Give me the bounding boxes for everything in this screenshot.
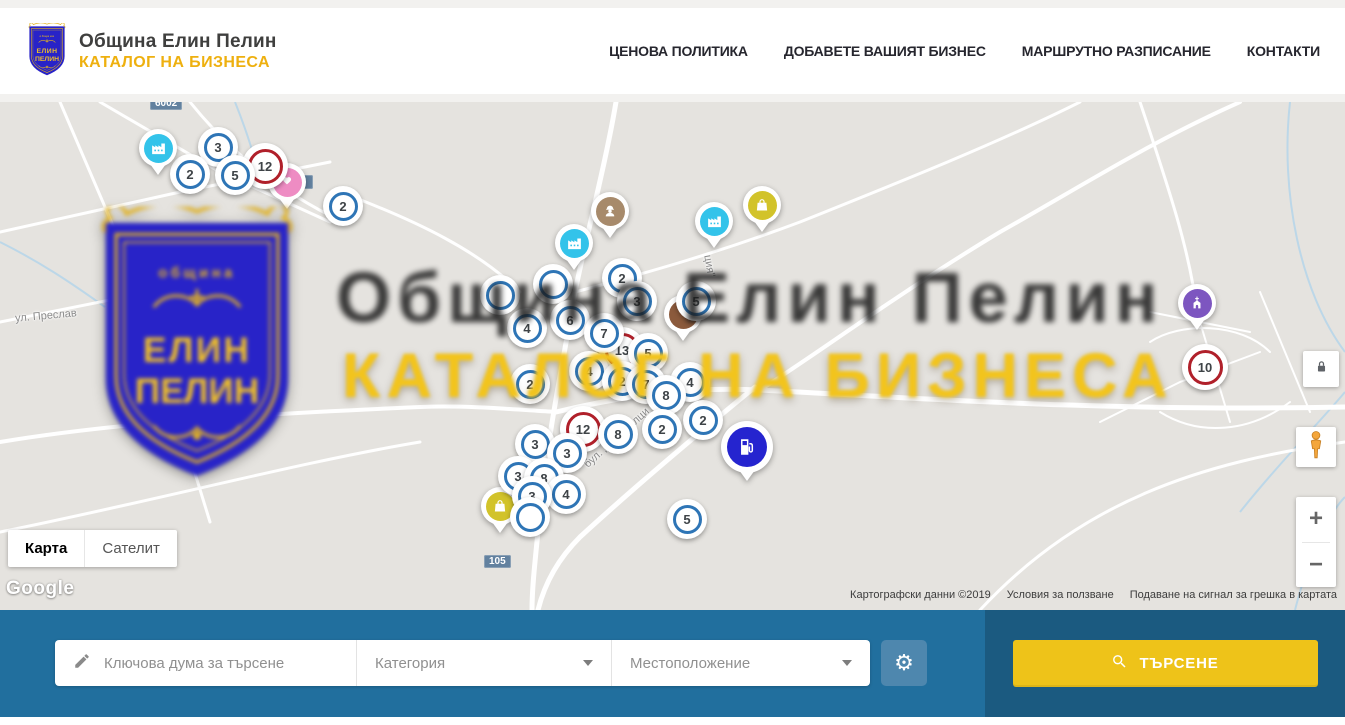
search-icon: [1111, 653, 1128, 674]
main-nav: ЦЕНОВА ПОЛИТИКА ДОБАВЕТЕ ВАШИЯТ БИЗНЕС М…: [609, 43, 1320, 59]
factory-icon: [144, 134, 173, 163]
zoom-out-button[interactable]: −: [1296, 543, 1336, 588]
svg-text:община: община: [40, 34, 55, 38]
google-map[interactable]: ул. Преславбул. „Новоселциция" 6002105 1…: [0, 102, 1345, 610]
site-logo[interactable]: община ЕЛИНПЕЛИН Община Елин Пелин КАТАЛО…: [25, 23, 277, 79]
chevron-down-icon: [583, 660, 593, 666]
map-type-control: Карта Сателит: [8, 530, 177, 567]
pencil-icon: [73, 652, 91, 675]
site-title: Община Елин Пелин: [79, 30, 277, 54]
church-icon: [1183, 289, 1212, 318]
search-button[interactable]: ТЪРСЕНЕ: [1013, 640, 1318, 687]
shopping-bag-icon: [748, 191, 777, 220]
category-select-label: Категория: [375, 655, 445, 672]
pegman-button[interactable]: [1296, 427, 1336, 467]
worker-icon: [596, 197, 625, 226]
search-strip: Категория Местоположение ⚙ ТЪРСЕНЕ: [0, 610, 1345, 717]
svg-text:ЕЛИН: ЕЛИН: [37, 48, 58, 55]
advanced-settings-button[interactable]: ⚙: [881, 640, 927, 686]
lock-icon: [1313, 358, 1330, 380]
zoom-control: + −: [1296, 497, 1336, 587]
factory-icon: [560, 229, 589, 258]
search-form: Категория Местоположение: [55, 640, 870, 686]
nav-item-contacts[interactable]: КОНТАКТИ: [1247, 43, 1320, 59]
nav-item-pricing[interactable]: ЦЕНОВА ПОЛИТИКА: [609, 43, 748, 59]
gear-icon: ⚙: [894, 650, 914, 676]
factory-icon: [700, 207, 729, 236]
map-pins-front-layer: [0, 102, 1345, 610]
map-pin-worker[interactable]: [591, 192, 629, 246]
category-select[interactable]: Категория: [357, 640, 612, 686]
search-button-panel: ТЪРСЕНЕ: [985, 610, 1345, 717]
map-pin-factory[interactable]: [695, 202, 733, 256]
pegman-icon: [1303, 430, 1329, 465]
svg-text:ПЕЛИН: ПЕЛИН: [35, 56, 59, 63]
zoom-in-button[interactable]: +: [1296, 497, 1336, 542]
chevron-down-icon: [842, 660, 852, 666]
fuel-pump-icon: [727, 427, 767, 467]
keyword-field-wrap: [55, 640, 357, 686]
map-copyright: Картографски данни ©2019: [850, 589, 991, 601]
nav-item-route-schedule[interactable]: МАРШРУТНО РАЗПИСАНИЕ: [1022, 43, 1211, 59]
map-pin-church[interactable]: [1178, 284, 1216, 338]
page-top-strip: [0, 0, 1345, 8]
map-type-satellite-button[interactable]: Сателит: [84, 530, 177, 567]
municipality-crest-logo: община ЕЛИНПЕЛИН: [25, 23, 69, 79]
search-button-label: ТЪРСЕНЕ: [1139, 655, 1218, 672]
map-type-map-button[interactable]: Карта: [8, 530, 84, 567]
map-pin-factory[interactable]: [139, 129, 177, 183]
nav-item-add-business[interactable]: ДОБАВЕТЕ ВАШИЯТ БИЗНЕС: [784, 43, 986, 59]
site-header: община ЕЛИНПЕЛИН Община Елин Пелин КАТАЛО…: [0, 8, 1345, 102]
search-form-area: Категория Местоположение ⚙: [0, 610, 985, 717]
map-pin-shopping-bag[interactable]: [743, 186, 781, 240]
google-logo[interactable]: Google: [6, 578, 74, 600]
site-subtitle: КАТАЛОГ НА БИЗНЕСА: [79, 54, 277, 72]
location-select-label: Местоположение: [630, 655, 750, 672]
map-pin-factory[interactable]: [555, 224, 593, 278]
lock-button[interactable]: [1303, 351, 1339, 387]
report-error-link[interactable]: Подаване на сигнал за грешка в картата: [1130, 589, 1337, 601]
map-attribution: Картографски данни ©2019 Условия за полз…: [850, 589, 1337, 601]
location-select[interactable]: Местоположение: [612, 640, 870, 686]
terms-link[interactable]: Условия за ползване: [1007, 589, 1114, 601]
keyword-search-input[interactable]: [102, 654, 336, 673]
map-pin-fuel-pump[interactable]: [721, 421, 773, 489]
